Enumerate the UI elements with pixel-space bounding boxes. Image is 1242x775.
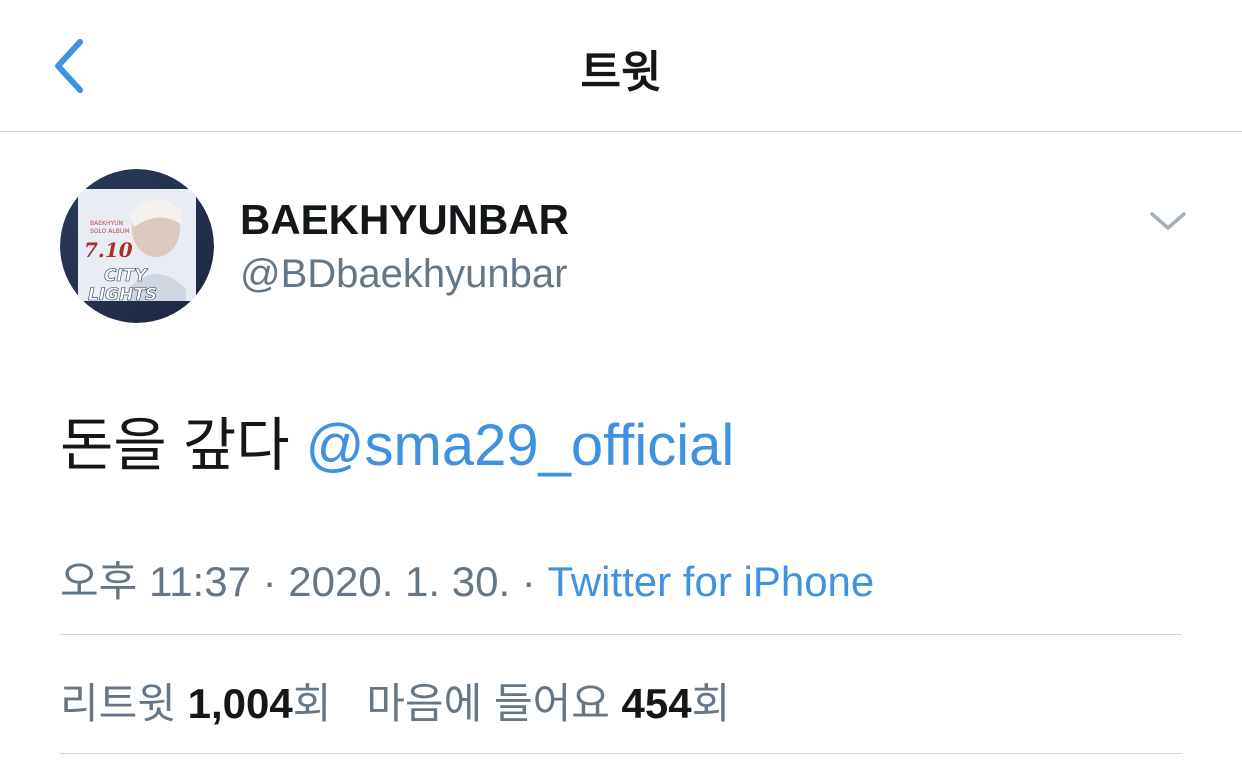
- retweets-label: 리트윗: [60, 680, 188, 727]
- likes-stat[interactable]: 마음에 들어요 454회: [366, 680, 730, 727]
- meta-separator: ·: [510, 558, 548, 605]
- navigation-bar: 트윗: [0, 0, 1242, 132]
- author-handle[interactable]: @BDbaekhyunbar: [240, 252, 567, 297]
- likes-unit: 회: [691, 680, 731, 727]
- svg-text:BAEKHYUN: BAEKHYUN: [90, 220, 123, 227]
- retweets-unit: 회: [292, 680, 332, 727]
- svg-text:7.10: 7.10: [84, 238, 133, 262]
- author-display-name[interactable]: BAEKHYUNBAR: [240, 196, 569, 244]
- meta-separator: ·: [250, 558, 289, 605]
- tweet-meta: 오후 11:37 · 2020. 1. 30. · Twitter for iP…: [60, 548, 874, 609]
- svg-text:SOLO ALBUM: SOLO ALBUM: [90, 228, 129, 235]
- retweets-count: 1,004: [187, 680, 293, 727]
- svg-text:CITY: CITY: [104, 266, 148, 286]
- page-title: 트윗: [580, 48, 662, 97]
- retweets-stat[interactable]: 리트윗 1,004회: [60, 680, 331, 727]
- likes-label: 마음에 들어요: [366, 680, 622, 727]
- mention-link[interactable]: @sma29_official: [306, 413, 735, 478]
- divider: [60, 753, 1182, 754]
- chevron-down-icon: [1150, 212, 1186, 230]
- tweet-source-link[interactable]: Twitter for iPhone: [547, 558, 874, 605]
- more-options-button[interactable]: [1146, 206, 1190, 236]
- tweet-date: 2020. 1. 30.: [288, 558, 511, 605]
- tweet-body: 돈을 갚다 @sma29_official: [60, 398, 734, 482]
- divider: [60, 634, 1182, 635]
- tweet-stats: 리트윗 1,004회 마음에 들어요 454회: [60, 670, 730, 731]
- svg-text:LIGHTS: LIGHTS: [88, 285, 157, 305]
- likes-count: 454: [621, 680, 692, 727]
- tweet-time: 오후 11:37: [60, 558, 251, 605]
- avatar[interactable]: BAEKHYUN SOLO ALBUM 7.10 CITY LIGHTS: [60, 169, 214, 323]
- tweet-text: 돈을 갚다: [60, 413, 306, 478]
